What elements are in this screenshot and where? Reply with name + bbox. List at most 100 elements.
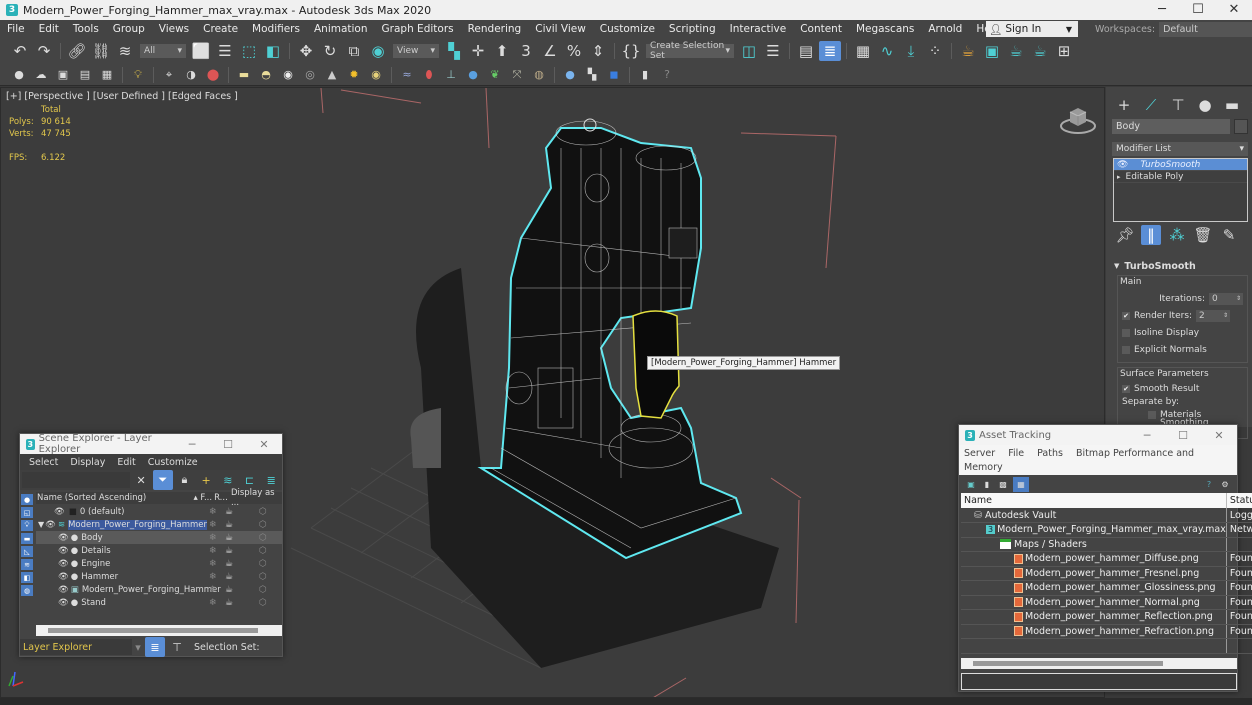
freeze-icon[interactable]: ❄ [209,533,217,543]
menu-arnold[interactable]: Arnold [921,23,969,35]
menu-customize[interactable]: Customize [142,457,204,468]
asset-row[interactable]: Modern_power_hammer_Refraction.png Found [961,624,1252,639]
show-end-result-icon[interactable]: ‖ [1141,225,1161,245]
pivot-center-icon[interactable]: ▚ [443,41,465,61]
make-unique-icon[interactable]: ⁂ [1167,225,1187,245]
menu-scripting[interactable]: Scripting [662,23,723,35]
eye-icon[interactable]: 👁︎ [58,572,69,582]
explorer-type-dropdown[interactable]: Layer Explorer [20,639,132,655]
schematic-view-icon[interactable]: ⤓ [900,41,922,61]
redo-icon[interactable]: ↷ [33,41,55,61]
rendered-frame-window-icon[interactable]: ▣ [981,41,1003,61]
explicit-normals-checkbox[interactable] [1122,345,1130,354]
renderable-teapot-icon[interactable]: ☕︎ [225,559,233,569]
column-name[interactable]: Name (Sorted Ascending) [36,493,193,503]
asset-tracking-titlebar[interactable]: 3 Asset Tracking ─ ☐ ✕ [959,425,1237,445]
menu-select[interactable]: Select [23,457,64,468]
render-interactive-icon[interactable]: ◼ [604,65,624,85]
menu-paths[interactable]: Paths [1037,448,1063,459]
shapes-filter-icon[interactable]: ◱ [21,507,33,518]
display-box-icon[interactable]: ⬡ [259,598,267,608]
teapot-icon[interactable]: ● [9,65,29,85]
display-tab-icon[interactable]: ▬ [1221,95,1243,115]
close-button[interactable]: ✕ [1201,429,1237,442]
eye-icon[interactable]: 👁︎ [45,520,56,530]
placement-icon[interactable]: ◉ [367,41,389,61]
materials-checkbox[interactable] [1148,410,1156,419]
mesh-clipper-icon[interactable]: ◍ [529,65,549,85]
eye-icon[interactable]: 👁︎ [1117,160,1128,170]
spacewarps-filter-icon[interactable]: ≋ [21,559,33,570]
minimize-button[interactable]: ─ [1144,0,1180,20]
thumbnail-icon[interactable]: ▩ [997,478,1009,490]
scene-row[interactable]: 👁︎ ● Body ❄ ☕︎ ⬡ [36,531,282,544]
menu-rendering[interactable]: Rendering [461,23,529,35]
proxy-icon[interactable]: ⬮ [419,65,439,85]
display-box-icon[interactable]: ⬡ [259,559,267,569]
isoline-display-checkbox[interactable] [1122,328,1130,337]
environment-fog-icon[interactable]: ● [463,65,483,85]
column-renderable[interactable]: R... [214,493,231,503]
scene-row[interactable]: 👁︎ ▣ Modern_Power_Forging_Hammer ❄ ☕︎ ⬡ [36,583,282,596]
rollout-header[interactable]: ▼ TurboSmooth [1114,259,1248,273]
close-button[interactable]: ✕ [1216,0,1252,20]
asset-row[interactable]: Modern_power_hammer_Fresnel.png Found [961,566,1252,581]
scene-row[interactable]: ▼ 👁︎ ≋ Modern_Power_Forging_Hammer ❄ ☕︎ ⬡ [36,518,282,531]
render-production-icon[interactable]: ☕︎ [1005,41,1027,61]
scale-icon[interactable]: ⧉ [343,41,365,61]
angle-snap-icon[interactable]: ∠ [539,41,561,61]
sort-by-layer-icon[interactable]: ≣ [145,637,165,657]
layer-icon[interactable]: ▤ [75,65,95,85]
table-icon[interactable]: ▦ [97,65,117,85]
ambient-light-icon[interactable]: ◉ [366,65,386,85]
render-grid-icon[interactable]: ⊞ [1053,41,1075,61]
plant-icon[interactable]: ❦ [485,65,505,85]
expand-icon[interactable]: ▼ [38,520,44,529]
freeze-icon[interactable]: ❄ [209,520,217,530]
rectangular-selection-icon[interactable]: ⬚ [238,41,260,61]
light-icon[interactable]: 💡︎ [128,65,148,85]
scrollbar-thumb[interactable] [973,660,1163,666]
renderable-teapot-icon[interactable]: ☕︎ [225,546,233,556]
more-tabs-icon[interactable]: ▾ [1248,95,1252,115]
menu-bitmap-performance[interactable]: Bitmap Performance and Memory [964,448,1194,473]
menu-customize[interactable]: Customize [593,23,662,35]
filter-icon[interactable]: ⏷ [152,470,173,490]
display-box-icon[interactable]: ⬡ [259,546,267,556]
plane-light-icon[interactable]: ▬ [234,65,254,85]
render-iters-checkbox[interactable]: ✔ [1122,311,1130,320]
bind-space-warp-icon[interactable]: ≋ [114,41,136,61]
smooth-result-checkbox[interactable]: ✔ [1122,384,1130,393]
menu-content[interactable]: Content [793,23,849,35]
eye-icon[interactable]: 👁︎ [58,533,69,543]
asset-row[interactable]: Modern_power_hammer_Normal.png Found [961,595,1252,610]
menu-interactive[interactable]: Interactive [723,23,794,35]
vfb-icon[interactable]: ▚ [582,65,602,85]
scene-row[interactable]: 👁︎ ■ 0 (default) ❄ ☕︎ ⬡ [36,505,282,518]
close-button[interactable]: ✕ [246,438,282,451]
mirror-icon[interactable]: ◫ [738,41,760,61]
minimize-button[interactable]: ─ [174,438,210,451]
help-icon[interactable]: ? [1203,478,1215,490]
eye-icon[interactable]: 👁︎ [58,546,69,556]
display-box-icon[interactable]: ⬡ [259,533,267,543]
menu-tools[interactable]: Tools [66,23,106,35]
asset-row[interactable]: ⛁Autodesk Vault Logged... [961,508,1252,523]
table-view-icon[interactable]: ▦ [1013,476,1029,492]
window-crossing-icon[interactable]: ◧ [262,41,284,61]
menu-animation[interactable]: Animation [307,23,375,35]
menu-create[interactable]: Create [196,23,245,35]
menu-display[interactable]: Display [64,457,111,468]
pin-stack-icon[interactable]: 📌︎ [1115,225,1135,245]
freeze-icon[interactable]: ❄ [209,572,217,582]
spot-light-icon[interactable]: ▲ [322,65,342,85]
eye-icon[interactable]: 👁︎ [58,585,69,595]
stack-item-turbosmooth[interactable]: 👁︎ TurboSmooth [1114,159,1247,171]
menu-edit[interactable]: Edit [111,457,141,468]
freeze-icon[interactable]: ❄ [209,507,217,517]
display-box-icon[interactable]: ⬡ [259,585,267,595]
menu-file[interactable]: File [1008,448,1024,459]
asset-row[interactable]: Modern_power_hammer_Glossiness.png Found [961,580,1252,596]
box-icon[interactable]: ▣ [53,65,73,85]
display-box-icon[interactable]: ⬡ [259,507,267,517]
